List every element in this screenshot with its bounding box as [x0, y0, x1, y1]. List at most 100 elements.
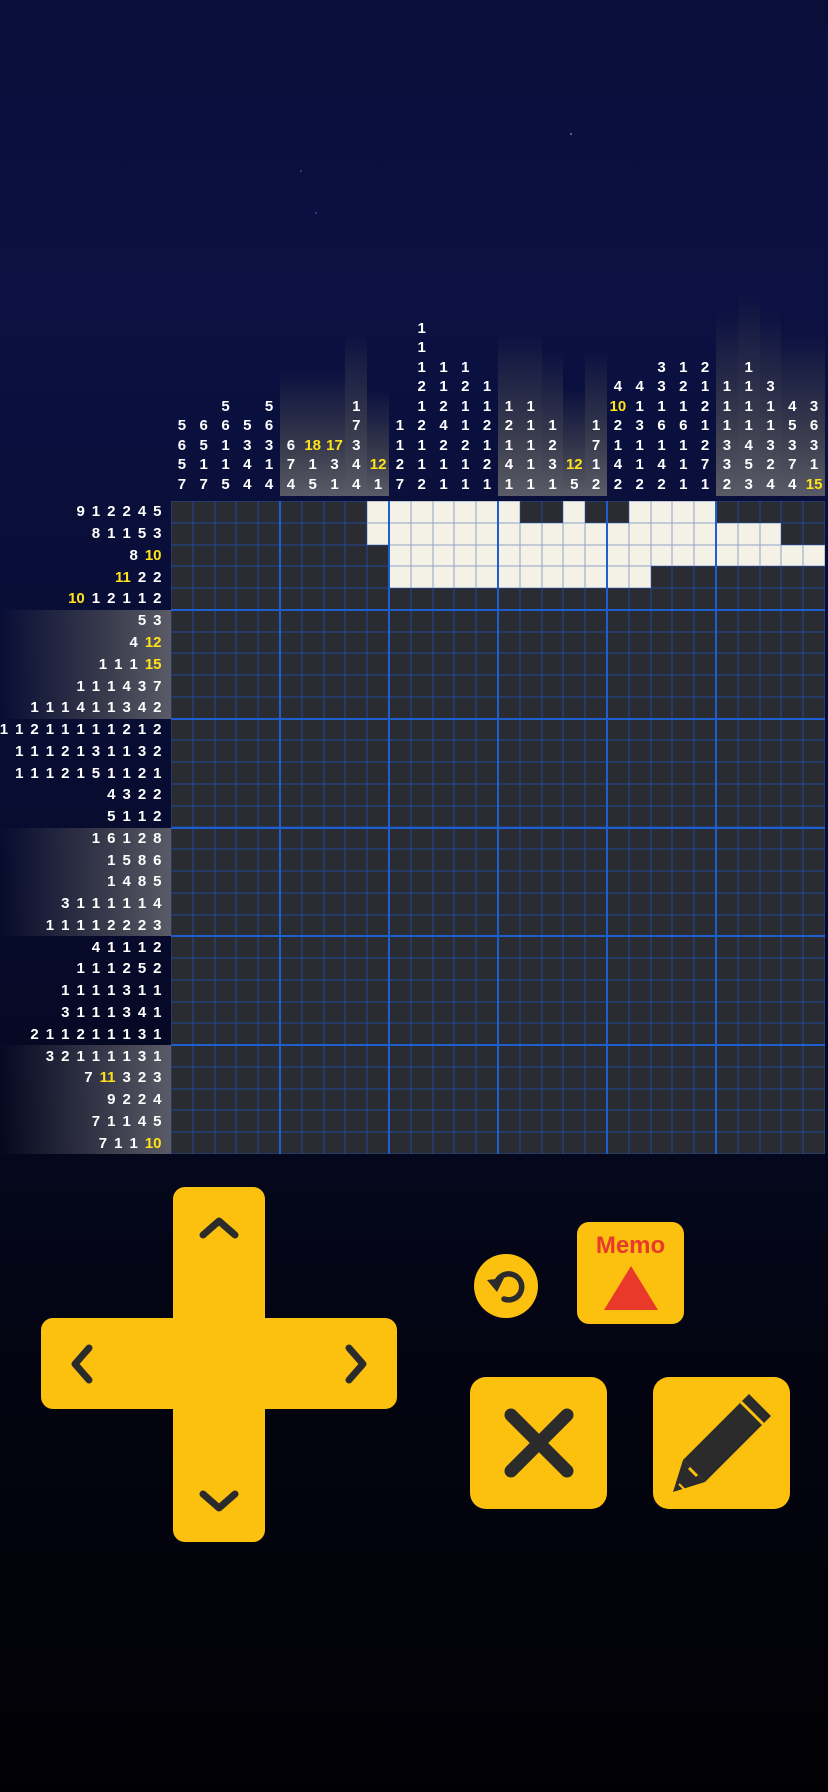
cell-empty[interactable]: [781, 566, 804, 589]
cell-empty[interactable]: [781, 1132, 804, 1154]
cell-empty[interactable]: [541, 958, 564, 980]
cell-empty[interactable]: [410, 762, 433, 784]
cell-empty[interactable]: [694, 1066, 716, 1089]
cell-empty[interactable]: [694, 1023, 716, 1046]
cell-empty[interactable]: [737, 849, 760, 872]
cell-empty[interactable]: [672, 1045, 695, 1067]
cell-empty[interactable]: [301, 936, 324, 959]
cell-empty[interactable]: [323, 1001, 346, 1024]
cell-empty[interactable]: [236, 631, 259, 654]
cell-empty[interactable]: [192, 522, 215, 545]
cell-empty[interactable]: [759, 979, 782, 1002]
cell-empty[interactable]: [694, 1132, 716, 1154]
cell-empty[interactable]: [171, 979, 193, 1002]
cell-empty[interactable]: [432, 979, 455, 1002]
cell-empty[interactable]: [781, 783, 804, 806]
cell-empty[interactable]: [497, 1001, 520, 1024]
cell-empty[interactable]: [585, 588, 607, 610]
cell-empty[interactable]: [476, 936, 498, 959]
cell-empty[interactable]: [781, 609, 804, 632]
cell-empty[interactable]: [476, 740, 498, 763]
cell-empty[interactable]: [541, 501, 564, 523]
cell-empty[interactable]: [236, 936, 259, 959]
cell-empty[interactable]: [781, 1088, 804, 1111]
cell-empty[interactable]: [737, 805, 760, 828]
cell-empty[interactable]: [345, 566, 368, 589]
cell-empty[interactable]: [171, 849, 193, 872]
cell-empty[interactable]: [606, 718, 629, 741]
cell-empty[interactable]: [803, 762, 825, 784]
cell-filled[interactable]: [606, 544, 629, 567]
cell-empty[interactable]: [650, 1001, 673, 1024]
cell-empty[interactable]: [585, 1001, 607, 1024]
cell-empty[interactable]: [454, 675, 477, 697]
cell-empty[interactable]: [737, 740, 760, 763]
cell-empty[interactable]: [715, 1045, 738, 1067]
cell-empty[interactable]: [432, 1045, 455, 1067]
cell-empty[interactable]: [497, 892, 520, 915]
cell-empty[interactable]: [367, 588, 389, 610]
cell-empty[interactable]: [236, 827, 259, 850]
cell-filled[interactable]: [454, 566, 477, 589]
cell-empty[interactable]: [258, 849, 280, 872]
cell-filled[interactable]: [432, 566, 455, 589]
cell-empty[interactable]: [715, 609, 738, 632]
cell-empty[interactable]: [410, 1023, 433, 1046]
cell-empty[interactable]: [236, 1023, 259, 1046]
cell-empty[interactable]: [367, 740, 389, 763]
cell-filled[interactable]: [737, 544, 760, 567]
cell-empty[interactable]: [759, 1088, 782, 1111]
cell-empty[interactable]: [454, 718, 477, 741]
cell-empty[interactable]: [323, 1066, 346, 1089]
cell-empty[interactable]: [737, 783, 760, 806]
cell-empty[interactable]: [454, 740, 477, 763]
cell-empty[interactable]: [737, 958, 760, 980]
cell-empty[interactable]: [236, 588, 259, 610]
cell-empty[interactable]: [585, 979, 607, 1002]
cell-empty[interactable]: [214, 892, 237, 915]
cell-empty[interactable]: [410, 979, 433, 1002]
cell-empty[interactable]: [410, 936, 433, 959]
cell-empty[interactable]: [258, 783, 280, 806]
cell-empty[interactable]: [585, 609, 607, 632]
cell-empty[interactable]: [497, 631, 520, 654]
cell-empty[interactable]: [650, 631, 673, 654]
cell-empty[interactable]: [759, 805, 782, 828]
cell-empty[interactable]: [476, 1001, 498, 1024]
cell-empty[interactable]: [410, 805, 433, 828]
cell-empty[interactable]: [258, 631, 280, 654]
cell-empty[interactable]: [519, 892, 542, 915]
cell-filled[interactable]: [628, 544, 651, 567]
cell-empty[interactable]: [803, 718, 825, 741]
cell-empty[interactable]: [781, 631, 804, 654]
cell-empty[interactable]: [388, 1088, 411, 1111]
cell-empty[interactable]: [650, 1110, 673, 1133]
cell-empty[interactable]: [519, 1110, 542, 1133]
cell-empty[interactable]: [214, 1110, 237, 1133]
cell-empty[interactable]: [258, 871, 280, 893]
cell-empty[interactable]: [236, 566, 259, 589]
cell-empty[interactable]: [214, 696, 237, 719]
cell-empty[interactable]: [672, 805, 695, 828]
cell-empty[interactable]: [301, 566, 324, 589]
cell-filled[interactable]: [454, 501, 477, 523]
cell-empty[interactable]: [258, 1001, 280, 1024]
cell-empty[interactable]: [432, 696, 455, 719]
cell-filled[interactable]: [410, 544, 433, 567]
cell-empty[interactable]: [737, 979, 760, 1002]
cell-empty[interactable]: [803, 849, 825, 872]
cell-filled[interactable]: [585, 544, 607, 567]
cell-empty[interactable]: [803, 522, 825, 545]
cell-empty[interactable]: [541, 914, 564, 937]
cell-empty[interactable]: [497, 979, 520, 1002]
cell-empty[interactable]: [672, 675, 695, 697]
cell-empty[interactable]: [301, 979, 324, 1002]
cell-empty[interactable]: [345, 892, 368, 915]
cell-empty[interactable]: [345, 958, 368, 980]
cell-empty[interactable]: [585, 501, 607, 523]
cell-empty[interactable]: [345, 631, 368, 654]
cell-empty[interactable]: [737, 609, 760, 632]
cell-empty[interactable]: [519, 762, 542, 784]
cell-empty[interactable]: [541, 936, 564, 959]
cell-empty[interactable]: [214, 805, 237, 828]
